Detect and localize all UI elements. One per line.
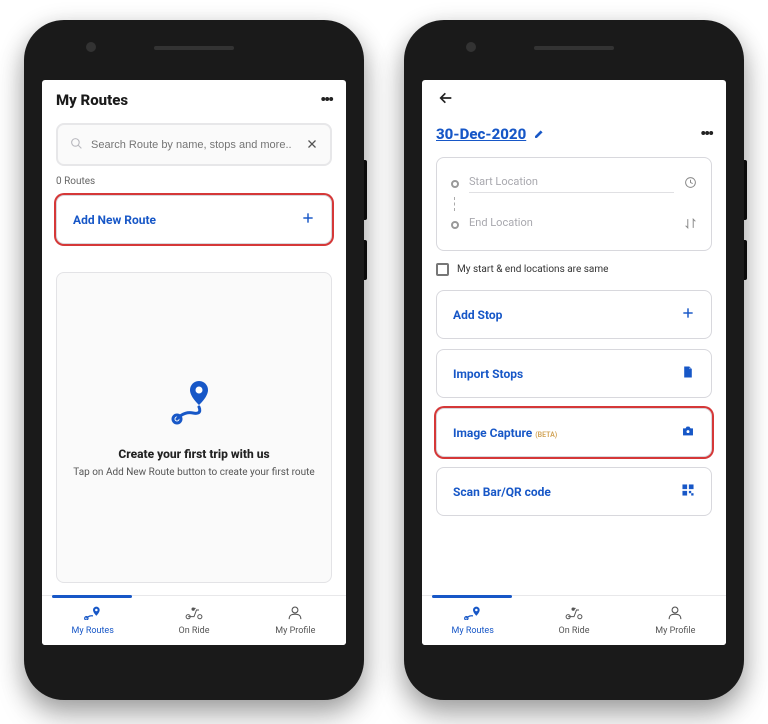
routes-nav-icon bbox=[463, 605, 483, 623]
nav-my-routes[interactable]: My Routes bbox=[422, 596, 523, 645]
date-header-row: 30-Dec-2020 ••• bbox=[436, 124, 712, 157]
nav-my-profile[interactable]: My Profile bbox=[245, 596, 346, 645]
start-dot-icon bbox=[451, 180, 459, 188]
app-header: My Routes ••• bbox=[56, 80, 332, 123]
empty-state-subtitle: Tap on Add New Route button to create yo… bbox=[73, 467, 314, 478]
nav-on-ride[interactable]: On Ride bbox=[523, 596, 624, 645]
phone-left: My Routes ••• 0 Routes Add New Route bbox=[24, 20, 364, 700]
clear-search-icon[interactable] bbox=[306, 135, 318, 154]
search-field[interactable] bbox=[91, 139, 298, 151]
search-input[interactable] bbox=[56, 123, 332, 166]
scan-code-button[interactable]: Scan Bar/QR code bbox=[436, 467, 712, 516]
edit-date-icon[interactable] bbox=[534, 125, 544, 143]
routes-nav-icon bbox=[83, 605, 103, 623]
file-import-icon bbox=[681, 364, 695, 383]
empty-state-title: Create your first trip with us bbox=[118, 447, 269, 461]
import-stops-label: Import Stops bbox=[453, 367, 523, 381]
nav-on-ride[interactable]: On Ride bbox=[143, 596, 244, 645]
same-location-checkbox-row[interactable]: My start & end locations are same bbox=[436, 263, 712, 276]
nav-my-profile[interactable]: My Profile bbox=[625, 596, 726, 645]
bottom-navigation: My Routes On Ride My Profile bbox=[42, 595, 346, 645]
qr-code-icon bbox=[681, 482, 695, 501]
end-dot-icon bbox=[451, 221, 459, 229]
route-date-title[interactable]: 30-Dec-2020 bbox=[436, 125, 544, 143]
profile-nav-icon bbox=[285, 605, 305, 623]
location-card: Start Location End Location bbox=[436, 157, 712, 251]
start-location-input[interactable]: Start Location bbox=[469, 175, 674, 193]
page-title: My Routes bbox=[56, 91, 128, 109]
same-location-label: My start & end locations are same bbox=[457, 264, 608, 275]
add-route-label: Add New Route bbox=[73, 213, 156, 227]
start-location-row[interactable]: Start Location bbox=[451, 170, 697, 197]
nav-on-ride-label: On Ride bbox=[179, 626, 210, 636]
clock-icon[interactable] bbox=[684, 174, 697, 193]
import-stops-button[interactable]: Import Stops bbox=[436, 349, 712, 398]
routes-count-label: 0 Routes bbox=[56, 176, 332, 187]
add-stop-label: Add Stop bbox=[453, 308, 502, 322]
scooter-nav-icon bbox=[184, 605, 204, 623]
app-header bbox=[436, 80, 712, 124]
back-button[interactable] bbox=[436, 90, 456, 110]
route-pin-icon bbox=[169, 377, 219, 429]
nav-my-routes[interactable]: My Routes bbox=[42, 596, 143, 645]
nav-my-profile-label: My Profile bbox=[655, 626, 695, 636]
image-capture-button[interactable]: Image Capture(BETA) bbox=[436, 408, 712, 457]
beta-badge: (BETA) bbox=[535, 431, 557, 439]
nav-my-routes-label: My Routes bbox=[71, 626, 113, 636]
camera-icon bbox=[681, 423, 695, 442]
profile-nav-icon bbox=[665, 605, 685, 623]
plus-icon bbox=[301, 210, 315, 229]
add-new-route-button[interactable]: Add New Route bbox=[56, 195, 332, 244]
bottom-navigation: My Routes On Ride My Profile bbox=[422, 595, 726, 645]
route-line-icon bbox=[454, 197, 455, 211]
empty-state-panel: Create your first trip with us Tap on Ad… bbox=[56, 272, 332, 583]
nav-on-ride-label: On Ride bbox=[559, 626, 590, 636]
more-menu-icon[interactable]: ••• bbox=[320, 90, 332, 109]
search-icon bbox=[70, 135, 83, 154]
scan-code-label: Scan Bar/QR code bbox=[453, 485, 551, 499]
nav-my-profile-label: My Profile bbox=[275, 626, 315, 636]
end-location-input[interactable]: End Location bbox=[469, 216, 674, 233]
swap-icon[interactable] bbox=[684, 215, 697, 234]
nav-my-routes-label: My Routes bbox=[451, 626, 493, 636]
more-menu-icon[interactable]: ••• bbox=[700, 124, 712, 143]
image-capture-label: Image Capture(BETA) bbox=[453, 426, 557, 440]
add-stop-button[interactable]: Add Stop bbox=[436, 290, 712, 339]
date-text: 30-Dec-2020 bbox=[436, 125, 526, 143]
phone-right: 30-Dec-2020 ••• Start Location bbox=[404, 20, 744, 700]
end-location-row[interactable]: End Location bbox=[451, 211, 697, 238]
checkbox-icon[interactable] bbox=[436, 263, 449, 276]
plus-icon bbox=[681, 305, 695, 324]
scooter-nav-icon bbox=[564, 605, 584, 623]
